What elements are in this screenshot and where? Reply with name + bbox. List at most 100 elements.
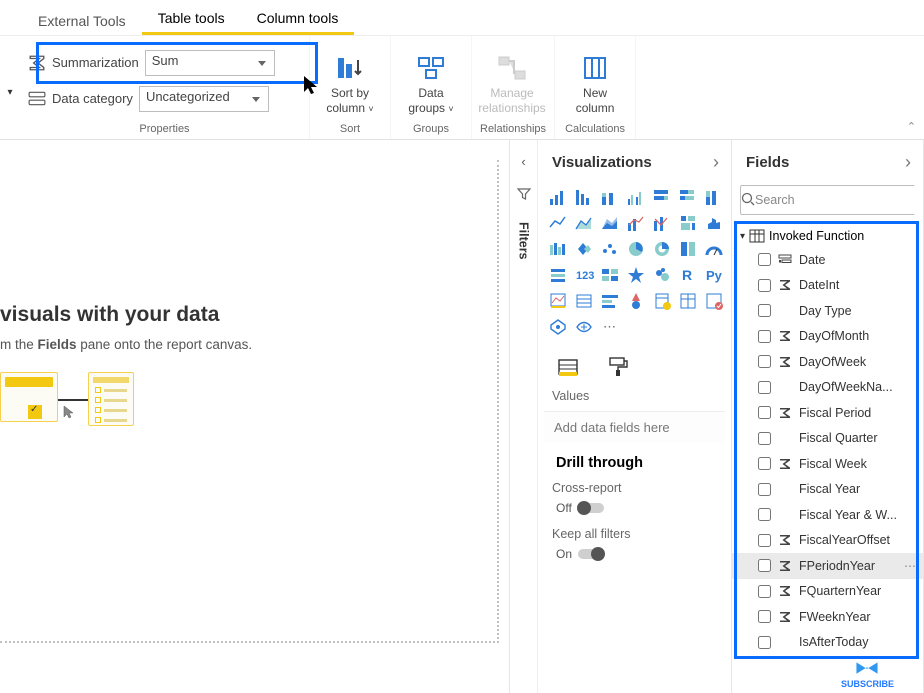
field-item[interactable]: Fiscal Period: [732, 400, 923, 426]
field-checkbox[interactable]: [758, 483, 771, 496]
field-item[interactable]: DateInt: [732, 273, 923, 299]
chevron-right-icon[interactable]: ›: [905, 152, 911, 173]
viz-type-button[interactable]: [598, 185, 622, 209]
viz-type-button[interactable]: [702, 185, 726, 209]
viz-type-button[interactable]: [572, 289, 596, 313]
field-item[interactable]: Fiscal Week: [732, 451, 923, 477]
viz-type-button[interactable]: [676, 185, 700, 209]
tab-table-tools[interactable]: Table tools: [142, 2, 241, 35]
field-item[interactable]: Fiscal Year & W...: [732, 502, 923, 528]
fields-table-row[interactable]: ▾ Invoked Function: [732, 225, 923, 247]
tab-external-tools[interactable]: External Tools: [22, 5, 142, 35]
field-item[interactable]: DayOfMonth: [732, 324, 923, 350]
collapse-ribbon-button[interactable]: ⌃: [907, 120, 916, 133]
fields-well-icon[interactable]: [556, 355, 580, 379]
manage-relationships-button[interactable]: Managerelationships: [480, 46, 544, 115]
viz-type-button[interactable]: [598, 211, 622, 235]
field-checkbox[interactable]: [758, 330, 771, 343]
fields-search-input[interactable]: [755, 186, 916, 214]
sort-by-column-button[interactable]: Sort bycolumn ˅: [318, 46, 382, 115]
viz-type-button[interactable]: [650, 185, 674, 209]
format-roller-icon[interactable]: [606, 355, 630, 379]
viz-type-button[interactable]: [598, 237, 622, 261]
data-category-dropdown[interactable]: Uncategorized: [139, 86, 269, 112]
viz-type-button[interactable]: [702, 237, 726, 261]
viz-type-button[interactable]: Py: [702, 263, 726, 287]
viz-type-button[interactable]: [650, 211, 674, 235]
viz-type-button[interactable]: [572, 185, 596, 209]
blank-icon: [777, 635, 793, 649]
viz-type-button[interactable]: [572, 211, 596, 235]
field-item[interactable]: IsAfterToday: [732, 630, 923, 656]
viz-type-button[interactable]: [624, 237, 648, 261]
viz-type-button[interactable]: [650, 289, 674, 313]
viz-type-button[interactable]: [650, 237, 674, 261]
viz-type-button[interactable]: [624, 185, 648, 209]
field-checkbox[interactable]: [758, 610, 771, 623]
field-item[interactable]: FPeriodnYear⋯: [732, 553, 923, 579]
field-item[interactable]: FQuarternYear: [732, 579, 923, 605]
viz-more-button[interactable]: ⋯: [598, 315, 622, 339]
viz-type-button[interactable]: [546, 263, 570, 287]
sigma-icon: [777, 355, 793, 369]
field-checkbox[interactable]: [758, 253, 771, 266]
viz-type-button[interactable]: [546, 289, 570, 313]
viz-type-button[interactable]: [546, 211, 570, 235]
field-checkbox[interactable]: [758, 585, 771, 598]
viz-type-button[interactable]: 123: [572, 263, 596, 287]
data-groups-button[interactable]: Datagroups ˅: [399, 46, 463, 115]
field-checkbox[interactable]: [758, 304, 771, 317]
viz-type-button[interactable]: [676, 289, 700, 313]
fields-pane: Fields › ▾ Invoked Function DateDateIntD…: [732, 140, 924, 693]
name-dropdown-stub[interactable]: ▾: [0, 36, 20, 139]
field-item[interactable]: DayOfWeekNa...: [732, 375, 923, 401]
field-item[interactable]: DayOfWeek: [732, 349, 923, 375]
field-item[interactable]: FWeeknYear: [732, 604, 923, 630]
viz-type-button[interactable]: [546, 185, 570, 209]
viz-type-button[interactable]: [598, 289, 622, 313]
filter-icon: [517, 187, 531, 204]
filters-rail[interactable]: ‹ Filters: [510, 140, 538, 693]
field-checkbox[interactable]: [758, 508, 771, 521]
viz-type-button[interactable]: [572, 315, 596, 339]
field-checkbox[interactable]: [758, 636, 771, 649]
viz-type-button[interactable]: [572, 237, 596, 261]
field-checkbox[interactable]: [758, 559, 771, 572]
summarization-dropdown[interactable]: Sum: [145, 50, 275, 76]
keep-filters-toggle[interactable]: On: [556, 547, 731, 561]
field-item[interactable]: Date: [732, 247, 923, 273]
field-checkbox[interactable]: [758, 381, 771, 394]
viz-type-button[interactable]: R: [676, 263, 700, 287]
field-checkbox[interactable]: [758, 534, 771, 547]
field-item[interactable]: FiscalYearOffset: [732, 528, 923, 554]
viz-type-button[interactable]: [546, 237, 570, 261]
values-drop-zone[interactable]: Add data fields here: [544, 411, 725, 443]
field-item[interactable]: Day Type: [732, 298, 923, 324]
new-column-button[interactable]: Newcolumn: [563, 46, 627, 115]
viz-type-button[interactable]: [676, 211, 700, 235]
field-checkbox[interactable]: [758, 406, 771, 419]
viz-type-button[interactable]: [702, 211, 726, 235]
viz-type-button[interactable]: [598, 263, 622, 287]
field-checkbox[interactable]: [758, 457, 771, 470]
category-icon: [28, 90, 46, 108]
field-item[interactable]: Fiscal Quarter: [732, 426, 923, 452]
viz-type-button[interactable]: [624, 289, 648, 313]
viz-type-button[interactable]: [676, 237, 700, 261]
field-item[interactable]: Fiscal Year: [732, 477, 923, 503]
field-checkbox[interactable]: [758, 279, 771, 292]
viz-type-button[interactable]: [546, 315, 570, 339]
field-checkbox[interactable]: [758, 432, 771, 445]
viz-type-button[interactable]: [624, 263, 648, 287]
more-icon[interactable]: ⋯: [904, 559, 917, 573]
cross-report-toggle[interactable]: Off: [556, 501, 731, 515]
tab-column-tools[interactable]: Column tools: [241, 2, 355, 35]
chevron-right-icon[interactable]: ›: [713, 152, 719, 173]
field-checkbox[interactable]: [758, 355, 771, 368]
viz-type-button[interactable]: [702, 289, 726, 313]
viz-type-button[interactable]: [650, 263, 674, 287]
fields-search[interactable]: [740, 185, 915, 215]
svg-text:Py: Py: [706, 268, 723, 283]
viz-type-button[interactable]: [624, 211, 648, 235]
report-canvas[interactable]: visuals with your data m the Fields pane…: [0, 140, 510, 693]
